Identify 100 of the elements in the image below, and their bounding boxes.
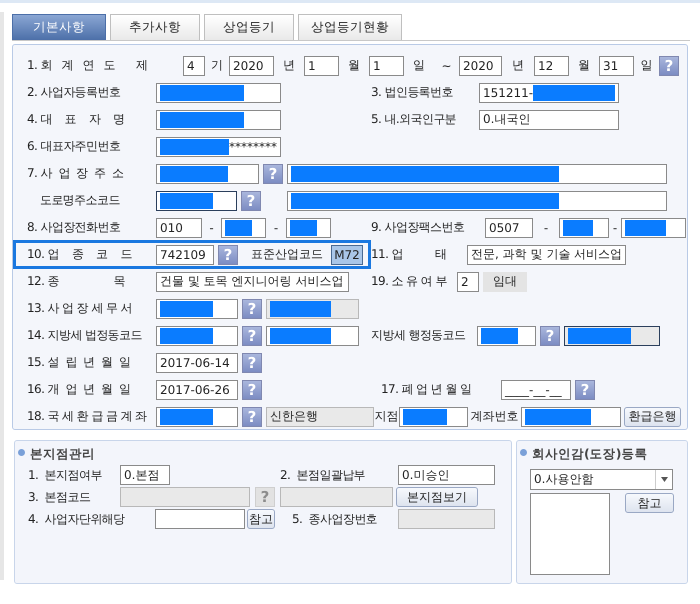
input-field[interactable]	[521, 406, 621, 426]
input-field[interactable]: 1	[369, 56, 404, 76]
input-field[interactable]: 1	[304, 56, 339, 76]
input-field[interactable]: 151211-	[479, 82, 619, 102]
form-text: 년	[511, 57, 525, 74]
field-label: 1. 회 계 연 도	[27, 57, 116, 74]
redaction-bar	[270, 300, 332, 316]
field-label: 1. 본지점여부	[28, 466, 103, 484]
field-label: 7. 사 업 장 주 소	[27, 165, 124, 182]
field-label: 19. 소 유 여 부	[371, 273, 448, 290]
field-label: 5. 종사업장번호	[292, 510, 378, 528]
field-label: 10. 업 종 코 드	[27, 246, 133, 263]
form-text: -	[208, 220, 215, 234]
input-field[interactable]: ____-__-__	[501, 380, 571, 400]
field-label: 9. 사업장팩스번호	[371, 219, 466, 236]
bullet-icon	[18, 448, 25, 456]
input-field[interactable]: 2020	[229, 56, 274, 76]
redaction-bar	[160, 138, 229, 154]
input-field[interactable]: 전문, 과학 및 기술 서비스업	[467, 244, 626, 264]
input-field[interactable]	[399, 406, 468, 426]
field-label: 5. 내.외국인구분	[371, 111, 458, 128]
redaction-bar	[290, 220, 317, 236]
input-field[interactable]	[221, 218, 266, 238]
input-field[interactable]: 0507	[485, 218, 533, 238]
field-label: 2. 사업자등록번호	[27, 84, 122, 101]
section-title: 회사인감(도장)등록	[532, 446, 648, 462]
form-text: 계좌번호	[470, 408, 520, 425]
form-text: 월	[347, 57, 361, 74]
input-field[interactable]	[156, 110, 281, 130]
redaction-bar	[160, 192, 213, 208]
input-field[interactable]: ********	[156, 136, 281, 156]
redaction-bar	[160, 300, 214, 316]
input-field[interactable]: 2	[457, 272, 479, 292]
redaction-bar	[160, 328, 214, 344]
tab[interactable]: 추가사항	[110, 14, 200, 40]
tab[interactable]: 상업등기	[204, 14, 294, 40]
field-label: 17. 폐 업 년 월 일	[380, 381, 472, 398]
redaction-bar	[160, 166, 228, 182]
form-text: -	[612, 220, 618, 234]
section-title: 본지점관리	[30, 446, 95, 462]
input-field[interactable]	[559, 218, 609, 238]
action-button[interactable]: 참고	[247, 509, 275, 529]
field-label: 11. 업 태	[371, 246, 448, 263]
field-label: 4. 사업자단위해당	[28, 510, 126, 528]
industry-code: M72	[331, 244, 363, 264]
input-field[interactable]	[155, 509, 245, 529]
redaction-bar	[525, 408, 592, 424]
input-field[interactable]	[286, 218, 331, 238]
form-text: 표준산업코드	[250, 246, 324, 263]
redaction-bar	[403, 408, 447, 424]
input-field[interactable]: 742109	[156, 244, 214, 264]
input-field[interactable]	[287, 190, 667, 210]
input-field[interactable]: 건물 및 토목 엔지니어링 서비스업	[156, 272, 349, 292]
field-label: 6. 대표자주민번호	[27, 138, 122, 155]
form-text: 기	[210, 57, 224, 74]
input-field[interactable]	[266, 326, 359, 346]
action-button[interactable]: 환급은행	[624, 406, 681, 426]
form-text: 일	[412, 57, 426, 74]
input-field[interactable]	[156, 326, 238, 346]
input-field[interactable]	[156, 82, 281, 102]
input-field[interactable]	[156, 298, 238, 318]
field-label: 12. 종 목	[27, 273, 126, 290]
input-field[interactable]	[287, 164, 667, 184]
field-label: 8. 사업장전화번호	[27, 219, 122, 236]
redaction-bar	[625, 220, 666, 236]
action-button[interactable]: 참고	[625, 493, 674, 513]
form-text: -	[272, 220, 280, 234]
field-label: 18. 국 세 환 급 금 계 좌	[27, 408, 148, 425]
input-field[interactable]: 2017-06-26	[156, 380, 238, 400]
action-button[interactable]: 본지점보기	[396, 487, 478, 507]
redaction-bar	[563, 220, 594, 236]
field-label: 지방세 행정동코드	[371, 327, 466, 344]
input-field[interactable]	[156, 164, 259, 184]
redaction-bar	[225, 220, 252, 236]
field-label: 3. 본점코드	[28, 488, 92, 506]
form-text: -	[542, 220, 550, 234]
form-text: 일	[640, 57, 654, 74]
input-field[interactable]	[477, 326, 536, 346]
input-field[interactable]: 31	[599, 56, 634, 76]
field-label: 13. 사 업 장 세 무 서	[27, 300, 133, 317]
input-field[interactable]: 2020	[459, 56, 502, 76]
redaction-bar	[481, 328, 518, 344]
tab[interactable]: 상업등기현황	[298, 14, 402, 40]
input-field[interactable]: 010	[156, 218, 202, 238]
input-field[interactable]: 0.본점	[120, 465, 170, 485]
input-field[interactable]	[621, 218, 686, 238]
form-text: 월	[577, 57, 591, 74]
input-field[interactable]: 12	[534, 56, 569, 76]
input-field[interactable]	[156, 190, 237, 210]
field-label: 도로명주소코드	[38, 192, 121, 209]
input-field[interactable]: 0.내국인	[479, 110, 619, 130]
input-field[interactable]: 0.미승인	[398, 465, 495, 485]
dropdown[interactable]: 0.사용안함	[530, 469, 673, 490]
form-text: ~	[440, 58, 453, 72]
input-field[interactable]: 2017-06-14	[156, 352, 238, 372]
form-text: 제	[135, 57, 149, 74]
input-field[interactable]: 4	[183, 56, 205, 76]
input-field[interactable]	[156, 406, 238, 426]
field-label: 2. 본점일괄납부	[280, 466, 366, 484]
ownership-type: 임대	[483, 272, 527, 292]
